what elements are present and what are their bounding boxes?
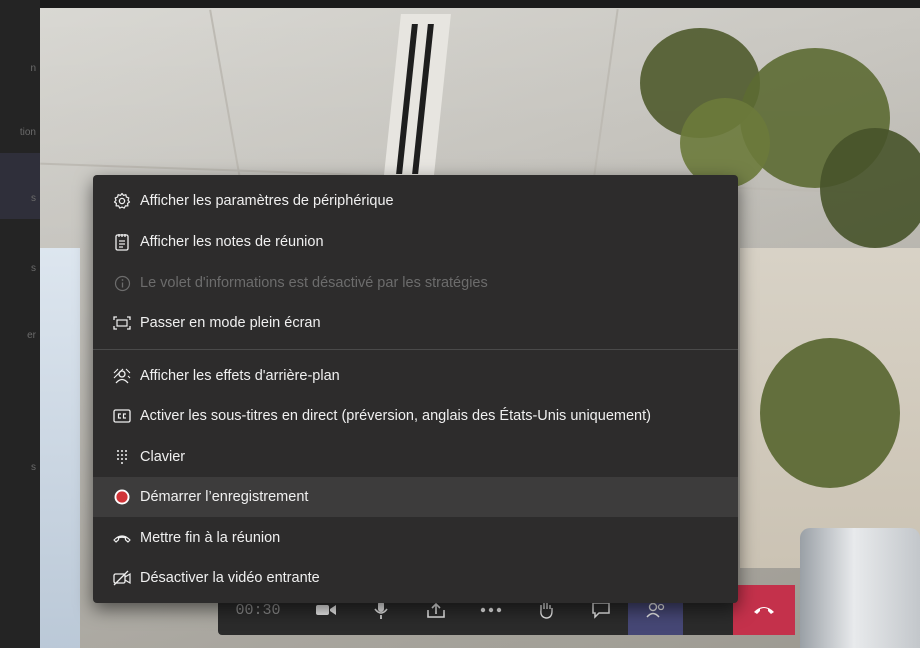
record-icon: [113, 488, 131, 506]
app-rail: n tion s s er s: [0, 0, 40, 648]
menu-divider: [93, 349, 738, 350]
raise-hand-icon: [536, 600, 556, 620]
microphone-icon: [373, 600, 389, 620]
hang-up-button[interactable]: [733, 585, 795, 635]
more-actions-menu: Afficher les paramètres de périphérique …: [93, 175, 738, 603]
menu-item-label: Mettre fin à la réunion: [140, 530, 281, 546]
menu-item-end-meeting[interactable]: Mettre fin à la réunion: [93, 518, 738, 558]
menu-item-info-pane-disabled: Le volet d'informations est désactivé pa…: [93, 263, 738, 303]
menu-item-label: Afficher les notes de réunion: [140, 234, 324, 250]
menu-item-disable-incoming-video[interactable]: Désactiver la vidéo entrante: [93, 558, 738, 598]
gear-icon: [113, 192, 131, 210]
window: [40, 248, 80, 648]
menu-item-dialpad[interactable]: Clavier: [93, 437, 738, 477]
rail-label-fragment[interactable]: s: [31, 193, 36, 204]
camera-icon: [315, 602, 337, 618]
menu-item-fullscreen[interactable]: Passer en mode plein écran: [93, 303, 738, 343]
menu-item-label: Afficher les paramètres de périphérique: [140, 193, 394, 209]
end-meeting-icon: [113, 529, 131, 547]
dialpad-icon: [113, 448, 131, 466]
menu-item-label: Passer en mode plein écran: [140, 315, 321, 331]
menu-item-meeting-notes[interactable]: Afficher les notes de réunion: [93, 222, 738, 262]
menu-item-start-recording[interactable]: Démarrer l’enregistrement: [93, 477, 738, 517]
ceiling-vent: [383, 14, 451, 184]
rail-label-fragment[interactable]: n: [30, 63, 36, 74]
video-off-icon: [113, 569, 131, 587]
menu-item-label: Afficher les effets d'arrière-plan: [140, 368, 340, 384]
rail-label-fragment[interactable]: s: [31, 263, 36, 274]
rail-label-fragment[interactable]: tion: [20, 127, 36, 138]
info-icon: [113, 274, 131, 292]
menu-item-live-captions[interactable]: Activer les sous-titres en direct (préve…: [93, 396, 738, 436]
background-effects-icon: [113, 367, 131, 385]
plant-pot: [800, 528, 920, 648]
chat-icon: [591, 601, 611, 619]
fullscreen-icon: [113, 314, 131, 332]
rail-label-fragment[interactable]: er: [27, 330, 36, 341]
participants-icon: [645, 601, 667, 619]
menu-item-background-effects[interactable]: Afficher les effets d'arrière-plan: [93, 356, 738, 396]
menu-item-label: Désactiver la vidéo entrante: [140, 570, 320, 586]
share-icon: [425, 601, 447, 619]
rail-selected-item[interactable]: [0, 153, 40, 219]
menu-item-label: Le volet d'informations est désactivé pa…: [140, 275, 488, 291]
hang-up-icon: [752, 604, 776, 616]
menu-item-device-settings[interactable]: Afficher les paramètres de périphérique: [93, 181, 738, 221]
notes-icon: [113, 233, 131, 251]
rail-label-fragment[interactable]: s: [31, 462, 36, 473]
menu-item-label: Activer les sous-titres en direct (préve…: [140, 408, 651, 424]
captions-icon: [113, 407, 131, 425]
call-timer: 00:30: [235, 601, 281, 619]
more-icon: [480, 607, 502, 613]
menu-item-label: Démarrer l’enregistrement: [140, 489, 309, 505]
menu-item-label: Clavier: [140, 449, 186, 465]
